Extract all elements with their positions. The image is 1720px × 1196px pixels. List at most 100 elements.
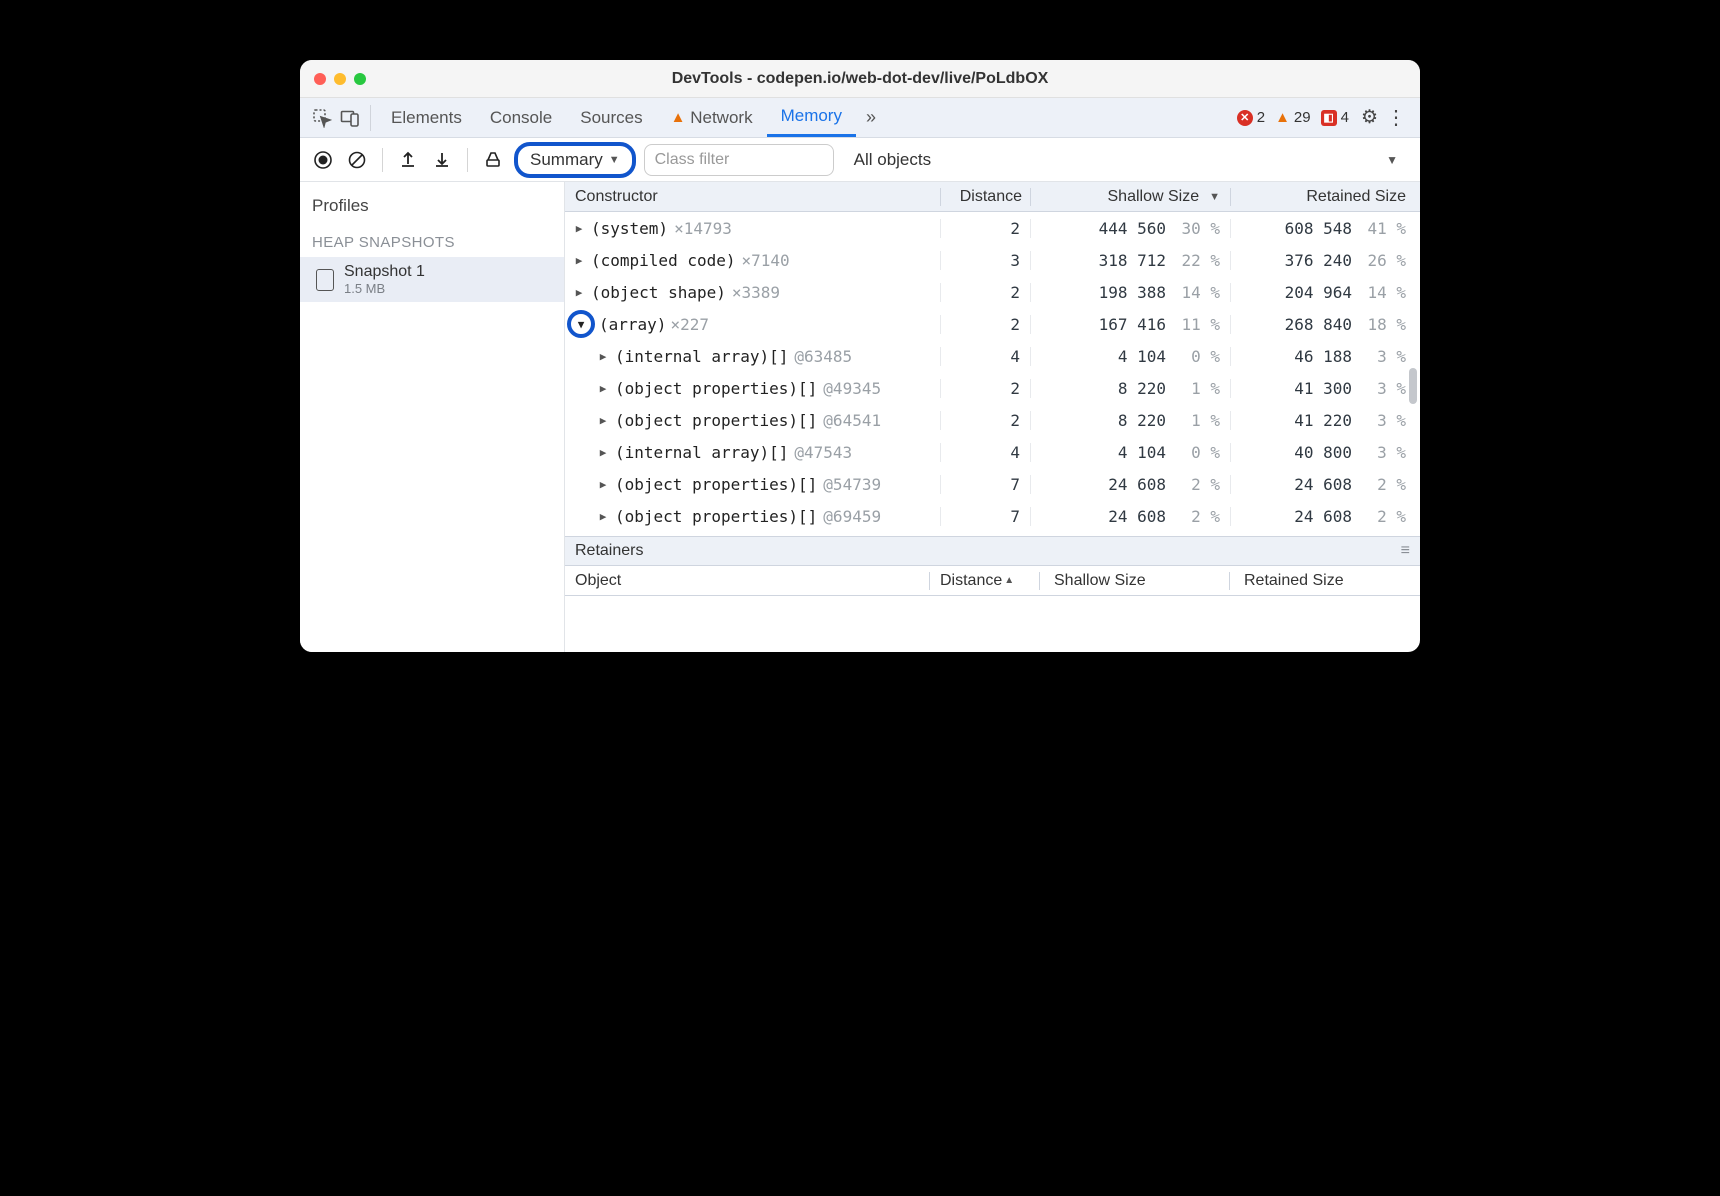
shallow-percent-cell: 1 % xyxy=(1176,411,1220,430)
col-shallow-size[interactable]: Shallow Size ▼ xyxy=(1030,188,1230,206)
retainers-body xyxy=(565,596,1420,652)
memory-toolbar: Summary ▼ Class filter All objects ▼ xyxy=(300,138,1420,182)
shallow-size-cell: 198 388 xyxy=(1076,283,1166,302)
titlebar: DevTools - codepen.io/web-dot-dev/live/P… xyxy=(300,60,1420,98)
heap-table: Constructor Distance Shallow Size ▼ Retai… xyxy=(565,182,1420,652)
devtools-window: DevTools - codepen.io/web-dot-dev/live/P… xyxy=(300,60,1420,652)
settings-button[interactable]: ⚙ xyxy=(1361,106,1378,129)
import-button[interactable] xyxy=(429,151,455,169)
snapshot-item[interactable]: Snapshot 1 1.5 MB xyxy=(300,257,564,302)
retainers-columns: Object Distance▲ Shallow Size Retained S… xyxy=(565,566,1420,596)
main-content: Profiles HEAP SNAPSHOTS Snapshot 1 1.5 M… xyxy=(300,182,1420,652)
retained-percent-cell: 18 % xyxy=(1362,315,1406,334)
export-button[interactable] xyxy=(395,151,421,169)
sort-desc-icon: ▼ xyxy=(1209,191,1220,203)
constructor-name: (object properties)[] xyxy=(615,475,817,494)
constructor-name: (object shape) xyxy=(591,283,726,302)
snapshot-size: 1.5 MB xyxy=(344,281,425,296)
retained-percent-cell: 3 % xyxy=(1362,379,1406,398)
clear-button[interactable] xyxy=(344,151,370,169)
col-shallow-label: Shallow Size xyxy=(1108,188,1200,206)
gc-button[interactable] xyxy=(480,151,506,169)
distance-cell: 4 xyxy=(940,347,1030,366)
device-toolbar-button[interactable] xyxy=(336,108,364,128)
constructor-name: (system) xyxy=(591,219,668,238)
tab-elements[interactable]: Elements xyxy=(377,98,476,137)
disclosure-triangle-icon[interactable]: ▶ xyxy=(597,350,609,363)
instance-count: ×14793 xyxy=(674,219,732,238)
window-controls xyxy=(300,73,366,85)
table-row[interactable]: ▶(object properties)[] @4934528 2201 %41… xyxy=(565,372,1420,404)
inspect-element-button[interactable] xyxy=(308,108,336,128)
chevron-down-icon[interactable]: ▼ xyxy=(1386,153,1398,167)
table-row[interactable]: ▶(object properties)[] @69459724 6082 %2… xyxy=(565,500,1420,532)
snapshot-name: Snapshot 1 xyxy=(344,263,425,281)
perspective-select[interactable]: Summary ▼ xyxy=(514,142,636,178)
retained-size-cell: 41 300 xyxy=(1272,379,1352,398)
table-row[interactable]: ▶(internal array)[] @6348544 1040 %46 18… xyxy=(565,340,1420,372)
col-retained-size[interactable]: Retained Size xyxy=(1230,188,1420,206)
table-body[interactable]: ▶(system) ×147932444 56030 %608 54841 %▶… xyxy=(565,212,1420,536)
tab-console[interactable]: Console xyxy=(476,98,566,137)
retainers-menu-icon[interactable]: ≡ xyxy=(1401,542,1410,560)
table-row[interactable]: ▶(compiled code) ×71403318 71222 %376 24… xyxy=(565,244,1420,276)
distance-cell: 2 xyxy=(940,219,1030,238)
retained-size-cell: 268 840 xyxy=(1272,315,1352,334)
disclosure-triangle-icon[interactable]: ▶ xyxy=(573,286,585,299)
window-title: DevTools - codepen.io/web-dot-dev/live/P… xyxy=(300,70,1420,88)
shallow-percent-cell: 11 % xyxy=(1176,315,1220,334)
disclosure-triangle-icon[interactable]: ▶ xyxy=(597,446,609,459)
perspective-label: Summary xyxy=(530,150,603,170)
disclosure-triangle-icon[interactable]: ▶ xyxy=(597,414,609,427)
distance-cell: 2 xyxy=(940,411,1030,430)
table-row[interactable]: ▶(object properties)[] @6454128 2201 %41… xyxy=(565,404,1420,436)
table-row[interactable]: ▶(system) ×147932444 56030 %608 54841 % xyxy=(565,212,1420,244)
table-row[interactable]: ▶(object shape) ×33892198 38814 %204 964… xyxy=(565,276,1420,308)
shallow-percent-cell: 14 % xyxy=(1176,283,1220,302)
disclosure-triangle-icon[interactable]: ▶ xyxy=(597,510,609,523)
table-row[interactable]: ▼(array) ×2272167 41611 %268 84018 % xyxy=(565,308,1420,340)
rcol-object[interactable]: Object xyxy=(565,572,930,590)
retainers-title: Retainers xyxy=(575,542,643,560)
divider xyxy=(370,105,371,131)
disclosure-triangle-icon[interactable]: ▶ xyxy=(573,254,585,267)
tab-memory[interactable]: Memory xyxy=(767,98,856,137)
more-options-button[interactable]: ⋮ xyxy=(1386,105,1406,130)
scrollbar-thumb[interactable] xyxy=(1409,368,1417,404)
tab-sources[interactable]: Sources xyxy=(566,98,656,137)
more-tabs-button[interactable]: » xyxy=(856,107,886,128)
retained-size-cell: 376 240 xyxy=(1272,251,1352,270)
retained-percent-cell: 3 % xyxy=(1362,411,1406,430)
rcol-distance[interactable]: Distance▲ xyxy=(930,572,1040,590)
tab-network[interactable]: ▲ Network xyxy=(657,98,767,137)
disclosure-triangle-icon[interactable]: ▶ xyxy=(597,382,609,395)
col-distance[interactable]: Distance xyxy=(940,188,1030,206)
disclosure-triangle-icon[interactable]: ▶ xyxy=(597,478,609,491)
object-id: @47543 xyxy=(794,443,852,462)
disclosure-triangle-icon[interactable]: ▼ xyxy=(567,310,595,338)
zoom-window-button[interactable] xyxy=(354,73,366,85)
distance-cell: 7 xyxy=(940,475,1030,494)
object-filter-select[interactable]: All objects xyxy=(854,150,931,170)
minimize-window-button[interactable] xyxy=(334,73,346,85)
class-filter-input[interactable]: Class filter xyxy=(644,144,834,176)
disclosure-triangle-icon[interactable]: ▶ xyxy=(573,222,585,235)
record-button[interactable] xyxy=(310,151,336,169)
shallow-size-cell: 4 104 xyxy=(1076,347,1166,366)
instance-count: ×3389 xyxy=(732,283,780,302)
table-row[interactable]: ▶(internal array)[] @4754344 1040 %40 80… xyxy=(565,436,1420,468)
retained-percent-cell: 26 % xyxy=(1362,251,1406,270)
retained-size-cell: 24 608 xyxy=(1272,475,1352,494)
object-id: @64541 xyxy=(823,411,881,430)
error-count: 2 xyxy=(1257,109,1265,126)
table-row[interactable]: ▶(object properties)[] @54739724 6082 %2… xyxy=(565,468,1420,500)
rcol-retained[interactable]: Retained Size xyxy=(1230,572,1420,590)
retained-size-cell: 204 964 xyxy=(1272,283,1352,302)
rcol-shallow[interactable]: Shallow Size xyxy=(1040,572,1230,590)
close-window-button[interactable] xyxy=(314,73,326,85)
col-constructor[interactable]: Constructor xyxy=(565,188,940,206)
error-icon: ✕ xyxy=(1237,110,1253,126)
object-id: @63485 xyxy=(794,347,852,366)
error-warning-counts[interactable]: ✕2 ▲29 ◧4 xyxy=(1237,109,1349,126)
shallow-size-cell: 24 608 xyxy=(1076,507,1166,526)
